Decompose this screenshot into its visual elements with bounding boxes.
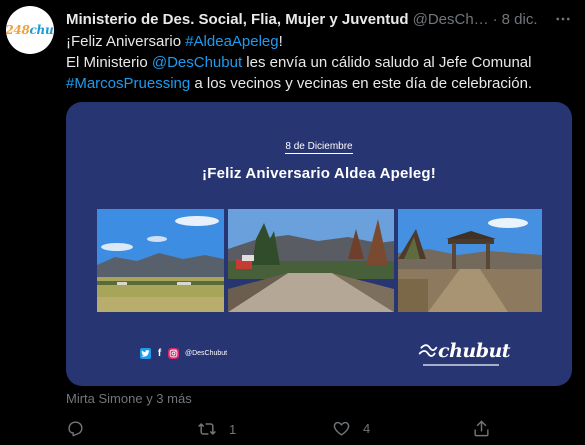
photo-gate: [398, 209, 542, 312]
avatar[interactable]: \u2248chubut: [6, 6, 54, 54]
share-icon: [474, 420, 489, 437]
chubut-swirl-icon: [418, 344, 438, 357]
like-icon: [333, 421, 350, 436]
tweet-header: Ministerio de Des. Social, Flia, Mujer y…: [66, 9, 581, 29]
like-button[interactable]: 4: [332, 419, 370, 438]
separator-dot: ·: [492, 10, 498, 28]
more-icon[interactable]: [553, 9, 573, 29]
liked-by-text[interactable]: Mirta Simone y 3 más: [66, 391, 192, 406]
tweet-text-segment: a los vecinos y vecinas en este día de c…: [190, 75, 533, 92]
instagram-icon: [168, 348, 179, 359]
retweet-count: 1: [229, 421, 237, 437]
card-title: ¡Feliz Aniversario Aldea Apeleg!: [202, 165, 436, 182]
card-social-handle: @DesChubut: [185, 350, 228, 357]
facebook-icon: f: [154, 348, 165, 359]
hashtag-link[interactable]: #MarcosPruessing: [66, 75, 190, 92]
photo-road: [228, 209, 394, 312]
tweet-date[interactable]: 8 dic.: [502, 11, 538, 28]
tweet-text-segment: !: [278, 33, 283, 50]
author-name[interactable]: Ministerio de Des. Social, Flia, Mujer y…: [66, 11, 409, 28]
like-count: 4: [363, 421, 371, 436]
action-bar: 1 4: [66, 419, 496, 441]
chubut-logo-subline: [423, 364, 499, 366]
chubut-logo-text: chubut: [438, 340, 511, 362]
mention-link[interactable]: @DesChubut: [152, 54, 242, 71]
reply-icon: [68, 421, 83, 437]
chubut-logo: chubut: [418, 340, 511, 362]
social-links: f @DesChubut: [140, 348, 227, 359]
card-date: 8 de Diciembre: [285, 141, 353, 154]
retweet-button[interactable]: 1: [197, 419, 236, 439]
tweet-text-segment: ¡Feliz Aniversario: [66, 33, 186, 50]
author-handle[interactable]: @DesCh…: [413, 11, 489, 28]
share-button[interactable]: [472, 419, 491, 438]
twitter-icon: [140, 348, 151, 359]
media-card[interactable]: 8 de Diciembre ¡Feliz Aniversario Aldea …: [66, 102, 572, 386]
photo-meadow: [97, 209, 224, 312]
reply-button[interactable]: [66, 419, 97, 438]
tweet-text-segment: les envía un cálido saludo al Jefe Comun…: [242, 54, 532, 71]
tweet-text-segment: El Ministerio: [66, 54, 152, 71]
hashtag-link[interactable]: #AldeaApeleg: [185, 33, 278, 50]
avatar-logo: \u2248chubut: [6, 23, 54, 37]
retweet-icon: [198, 423, 216, 435]
tweet-text: ¡Feliz Aniversario #AldeaApeleg! El Mini…: [66, 31, 571, 94]
